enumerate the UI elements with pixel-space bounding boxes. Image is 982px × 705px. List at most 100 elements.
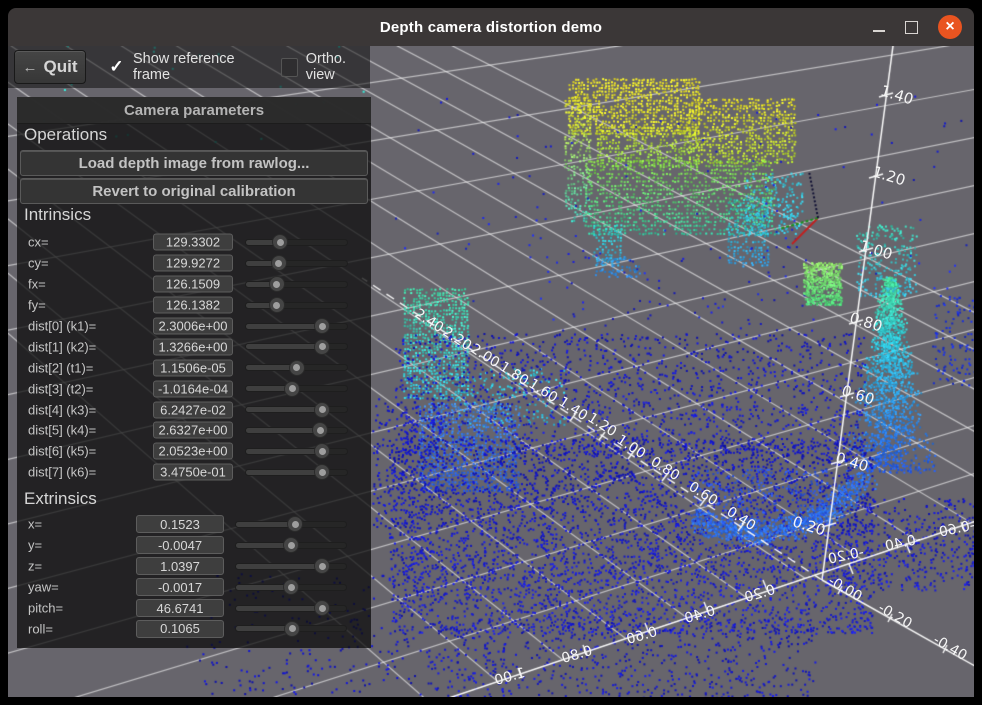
param-row: cy= 129.9272	[17, 253, 371, 274]
param-label: dist[1] (k2)=	[28, 339, 96, 354]
param-slider[interactable]	[245, 422, 348, 438]
param-label: pitch=	[28, 601, 63, 616]
slider-knob[interactable]	[271, 255, 287, 271]
param-slider[interactable]	[235, 600, 347, 616]
param-value-box[interactable]: 2.3006e+00	[153, 318, 233, 335]
param-slider[interactable]	[245, 234, 348, 250]
param-label: dist[5] (k4)=	[28, 423, 96, 438]
revert-calibration-button[interactable]: Revert to original calibration	[20, 178, 368, 204]
checkbox-box[interactable]: ✓	[108, 58, 125, 77]
checkbox-label: Ortho. view	[306, 51, 370, 83]
param-value-box[interactable]: 126.1382	[153, 297, 233, 314]
param-row: cx= 129.3302	[17, 232, 371, 253]
param-slider[interactable]	[245, 339, 348, 355]
slider-fill	[246, 428, 321, 433]
param-label: roll=	[28, 621, 53, 636]
param-value-box[interactable]: 6.2427e-02	[153, 401, 233, 418]
back-arrow-icon: ←	[23, 60, 38, 75]
slider-knob[interactable]	[314, 600, 330, 616]
param-label: y=	[28, 538, 42, 553]
param-label: fx=	[28, 277, 46, 292]
param-value-box[interactable]: 1.1506e-05	[153, 359, 233, 376]
param-value-box[interactable]: 46.6741	[136, 599, 224, 617]
param-slider[interactable]	[245, 381, 348, 397]
quit-button[interactable]: ← Quit	[14, 50, 86, 84]
extrinsics-heading: Extrinsics	[24, 489, 97, 509]
maximize-button[interactable]	[905, 21, 918, 34]
close-button[interactable]: ×	[938, 15, 962, 39]
param-value-box[interactable]: 1.3266e+00	[153, 338, 233, 355]
slider-knob[interactable]	[314, 558, 330, 574]
param-row: dist[7] (k6)= 3.4750e-01	[17, 462, 371, 483]
slider-knob[interactable]	[314, 443, 330, 459]
param-slider[interactable]	[245, 297, 348, 313]
param-slider[interactable]	[235, 537, 347, 553]
param-slider[interactable]	[245, 276, 348, 292]
checkbox-group: ✓ Show reference frame Ortho. view	[108, 46, 370, 88]
slider-knob[interactable]	[269, 297, 285, 313]
slider-knob[interactable]	[314, 464, 330, 480]
param-value-box[interactable]: 2.0523e+00	[153, 443, 233, 460]
slider-knob[interactable]	[314, 318, 330, 334]
param-label: dist[4] (k3)=	[28, 402, 96, 417]
param-row: dist[3] (t2)= -1.0164e-04	[17, 378, 371, 399]
param-row: dist[0] (k1)= 2.3006e+00	[17, 316, 371, 337]
param-value-box[interactable]: 126.1509	[153, 276, 233, 293]
slider-knob[interactable]	[287, 516, 303, 532]
param-value-box[interactable]: 129.3302	[153, 234, 233, 251]
param-value-box[interactable]: 129.9272	[153, 255, 233, 272]
param-slider[interactable]	[245, 360, 348, 376]
param-slider[interactable]	[245, 464, 348, 480]
param-slider[interactable]	[245, 443, 348, 459]
param-row: z= 1.0397	[17, 556, 371, 577]
panel-title: Camera parameters	[124, 102, 264, 119]
param-value-box[interactable]: -1.0164e-04	[153, 380, 233, 397]
title-bar[interactable]: Depth camera distortion demo ×	[8, 8, 974, 46]
param-slider[interactable]	[235, 621, 347, 637]
param-row: dist[5] (k4)= 2.6327e+00	[17, 420, 371, 441]
slider-knob[interactable]	[283, 579, 299, 595]
param-row: roll= 0.1065	[17, 618, 371, 639]
slider-fill	[236, 564, 323, 569]
checkmark-icon: ✓	[109, 58, 123, 75]
load-depth-image-button[interactable]: Load depth image from rawlog...	[20, 150, 368, 176]
slider-knob[interactable]	[283, 537, 299, 553]
slider-knob[interactable]	[284, 381, 300, 397]
param-value-box[interactable]: -0.0047	[136, 536, 224, 554]
checkbox[interactable]: Ortho. view	[281, 51, 370, 83]
slider-knob[interactable]	[312, 422, 328, 438]
slider-knob[interactable]	[269, 276, 285, 292]
slider-fill	[246, 470, 323, 475]
param-value-box[interactable]: 0.1065	[136, 620, 224, 638]
quit-label: Quit	[44, 57, 78, 77]
param-value-box[interactable]: -0.0017	[136, 578, 224, 596]
param-slider[interactable]	[245, 318, 348, 334]
param-value-box[interactable]: 0.1523	[136, 515, 224, 533]
minimize-button[interactable]	[873, 22, 885, 32]
slider-knob[interactable]	[272, 234, 288, 250]
param-label: z=	[28, 559, 42, 574]
param-slider[interactable]	[245, 255, 348, 271]
param-row: dist[4] (k3)= 6.2427e-02	[17, 399, 371, 420]
slider-knob[interactable]	[284, 621, 300, 637]
checkbox-box[interactable]	[281, 58, 298, 77]
param-slider[interactable]	[235, 516, 347, 532]
operations-heading: Operations	[24, 125, 107, 145]
slider-knob[interactable]	[289, 360, 305, 376]
param-slider[interactable]	[245, 402, 348, 418]
param-row: yaw= -0.0017	[17, 577, 371, 598]
checkbox[interactable]: ✓ Show reference frame	[108, 51, 259, 83]
param-value-box[interactable]: 1.0397	[136, 557, 224, 575]
slider-knob[interactable]	[314, 402, 330, 418]
intrinsics-rows: cx= 129.3302 cy= 129.9272	[17, 232, 371, 483]
param-value-box[interactable]: 2.6327e+00	[153, 422, 233, 439]
panel-header[interactable]: Camera parameters	[17, 97, 371, 124]
param-label: fy=	[28, 298, 46, 313]
param-slider[interactable]	[235, 579, 347, 595]
param-label: dist[6] (k5)=	[28, 444, 96, 459]
param-label: yaw=	[28, 580, 59, 595]
slider-knob[interactable]	[314, 339, 330, 355]
param-slider[interactable]	[235, 558, 347, 574]
param-label: dist[2] (t1)=	[28, 360, 93, 375]
param-value-box[interactable]: 3.4750e-01	[153, 464, 233, 481]
